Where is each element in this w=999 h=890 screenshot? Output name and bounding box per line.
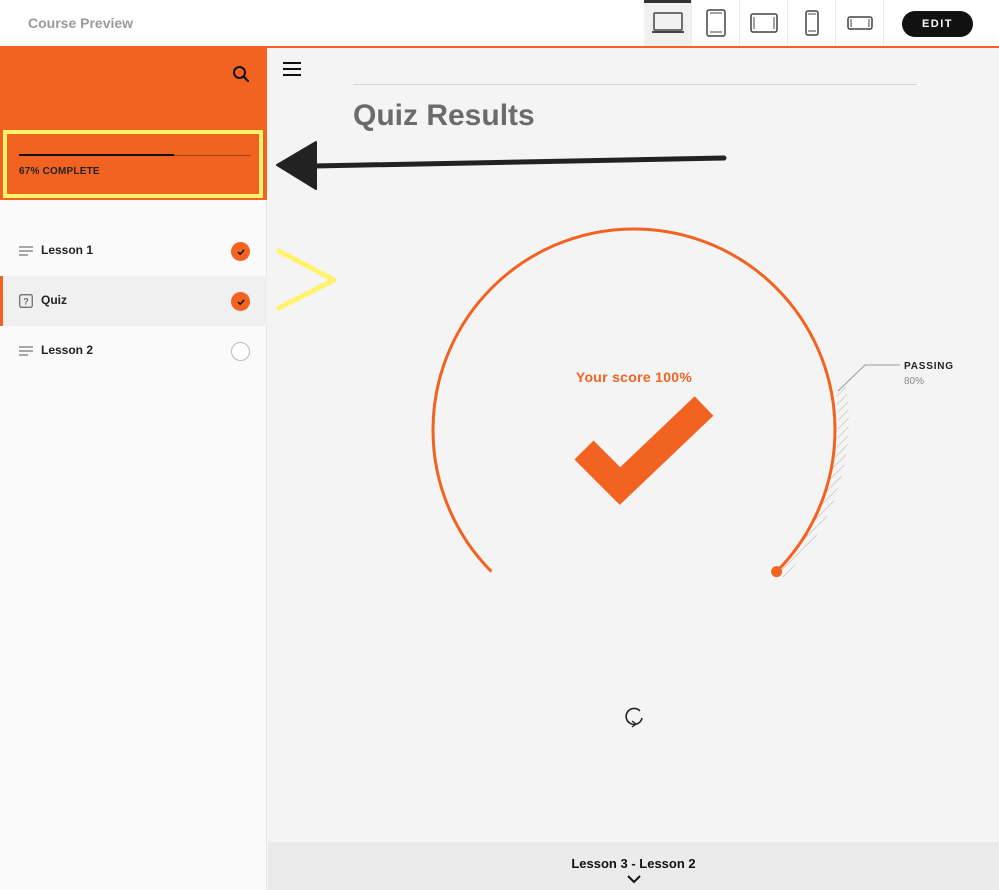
phone-portrait-icon bbox=[804, 10, 819, 36]
progress-bar-fill bbox=[19, 154, 175, 156]
lines-icon bbox=[19, 246, 33, 256]
tablet-portrait-icon bbox=[705, 9, 726, 37]
device-switcher bbox=[644, 0, 884, 46]
next-lesson-bar[interactable]: Lesson 3 - Lesson 2 bbox=[268, 842, 999, 890]
lesson-label: Lesson 1 bbox=[41, 243, 94, 257]
passing-leader-line bbox=[837, 364, 900, 392]
lesson-label: Quiz bbox=[41, 293, 67, 307]
chevron-down-icon bbox=[627, 875, 641, 884]
checkmark-icon bbox=[574, 396, 714, 505]
passing-label: PASSING bbox=[904, 361, 954, 372]
top-bar: Course Preview EDIT bbox=[0, 0, 999, 48]
quiz-icon: ? bbox=[19, 294, 33, 308]
device-laptop-button[interactable] bbox=[644, 0, 692, 46]
device-tablet-landscape-button[interactable] bbox=[740, 0, 788, 46]
main-content: Quiz Results Your score 100% PASSING 80%… bbox=[268, 48, 999, 890]
incomplete-circle-icon bbox=[231, 342, 250, 361]
progress-label: 67% COMPLETE bbox=[19, 166, 100, 177]
tablet-landscape-icon bbox=[749, 13, 778, 33]
laptop-icon bbox=[651, 12, 684, 33]
lesson-list: Lesson 1 ? Quiz Lesson 2 bbox=[0, 226, 267, 376]
lines-icon bbox=[19, 346, 33, 356]
app-title: Course Preview bbox=[28, 15, 134, 31]
device-tablet-portrait-button[interactable] bbox=[692, 0, 740, 46]
course-sidebar: 67% COMPLETE Lesson 1 ? Quiz Lesson 2 bbox=[0, 48, 267, 890]
sidebar-item-lesson-1[interactable]: Lesson 1 bbox=[0, 226, 267, 276]
progress-highlight-box: 67% COMPLETE bbox=[3, 130, 263, 198]
complete-check-icon bbox=[231, 292, 250, 311]
score-gauge: Your score 100% PASSING 80% bbox=[431, 227, 954, 728]
score-arc bbox=[431, 227, 837, 573]
sidebar-item-lesson-2[interactable]: Lesson 2 bbox=[0, 326, 267, 376]
search-icon[interactable] bbox=[231, 64, 251, 84]
phone-landscape-icon bbox=[846, 16, 873, 30]
lesson-label: Lesson 2 bbox=[41, 343, 94, 357]
complete-check-icon bbox=[231, 242, 250, 261]
progress-bar bbox=[19, 154, 251, 156]
sidebar-header: 67% COMPLETE bbox=[0, 48, 267, 200]
score-text: Your score 100% bbox=[576, 369, 693, 385]
device-phone-portrait-button[interactable] bbox=[788, 0, 836, 46]
device-phone-landscape-button[interactable] bbox=[836, 0, 884, 46]
score-marker bbox=[771, 566, 783, 578]
svg-text:?: ? bbox=[23, 297, 29, 307]
edit-button[interactable]: EDIT bbox=[902, 11, 973, 37]
sidebar-item-quiz[interactable]: ? Quiz bbox=[0, 276, 267, 326]
next-lesson-label: Lesson 3 - Lesson 2 bbox=[571, 856, 696, 871]
passing-zone-hatch bbox=[777, 386, 849, 578]
retry-icon[interactable] bbox=[625, 707, 643, 728]
passing-value: 80% bbox=[904, 376, 924, 387]
